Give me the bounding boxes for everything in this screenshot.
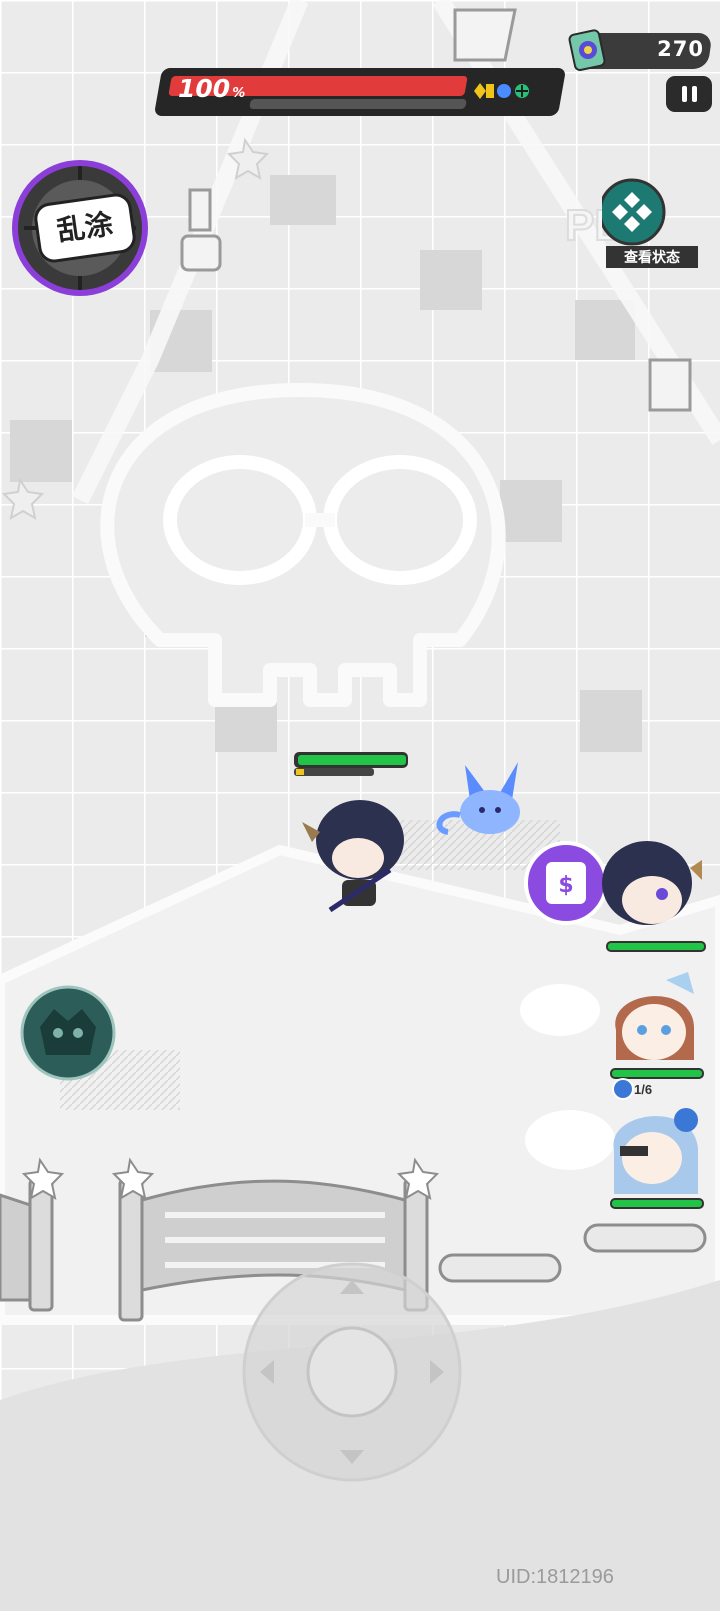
hp-secondary-bar — [249, 99, 467, 109]
ticket-icon — [568, 29, 606, 72]
currency-display: 270 — [566, 28, 713, 72]
party-member-2-counter: 1/6 — [634, 1082, 653, 1097]
game-screen: PE 270 100 % 乱涂 查看状态 $ 1/6 UID:1812196 — [0, 0, 720, 1611]
element-icons — [474, 83, 529, 99]
party-member-1-hp — [606, 941, 706, 952]
ultimate-skill-button[interactable] — [20, 985, 120, 1085]
view-status-button[interactable]: 查看状态 — [602, 178, 702, 272]
party-member-2[interactable] — [606, 970, 706, 1070]
boss-hp-bar: 100% — [153, 68, 567, 120]
scribble-skill-button[interactable]: 乱涂 — [8, 154, 164, 300]
view-status-label: 查看状态 — [606, 246, 698, 268]
player-character — [294, 752, 408, 913]
hp-percent: 100% — [178, 74, 246, 103]
party-member-3-hp — [610, 1198, 704, 1209]
shield-icon — [612, 1078, 634, 1100]
dpad-icon — [602, 178, 666, 246]
uid-label: UID:1812196 — [496, 1566, 614, 1588]
party-member-1[interactable]: $ — [522, 838, 702, 948]
currency-value: 270 — [657, 37, 704, 61]
svg-text:$: $ — [558, 873, 573, 898]
spirit-pet — [436, 762, 520, 835]
virtual-joystick[interactable] — [240, 1260, 464, 1484]
party-member-3[interactable] — [606, 1100, 706, 1200]
pause-button[interactable] — [666, 76, 712, 112]
